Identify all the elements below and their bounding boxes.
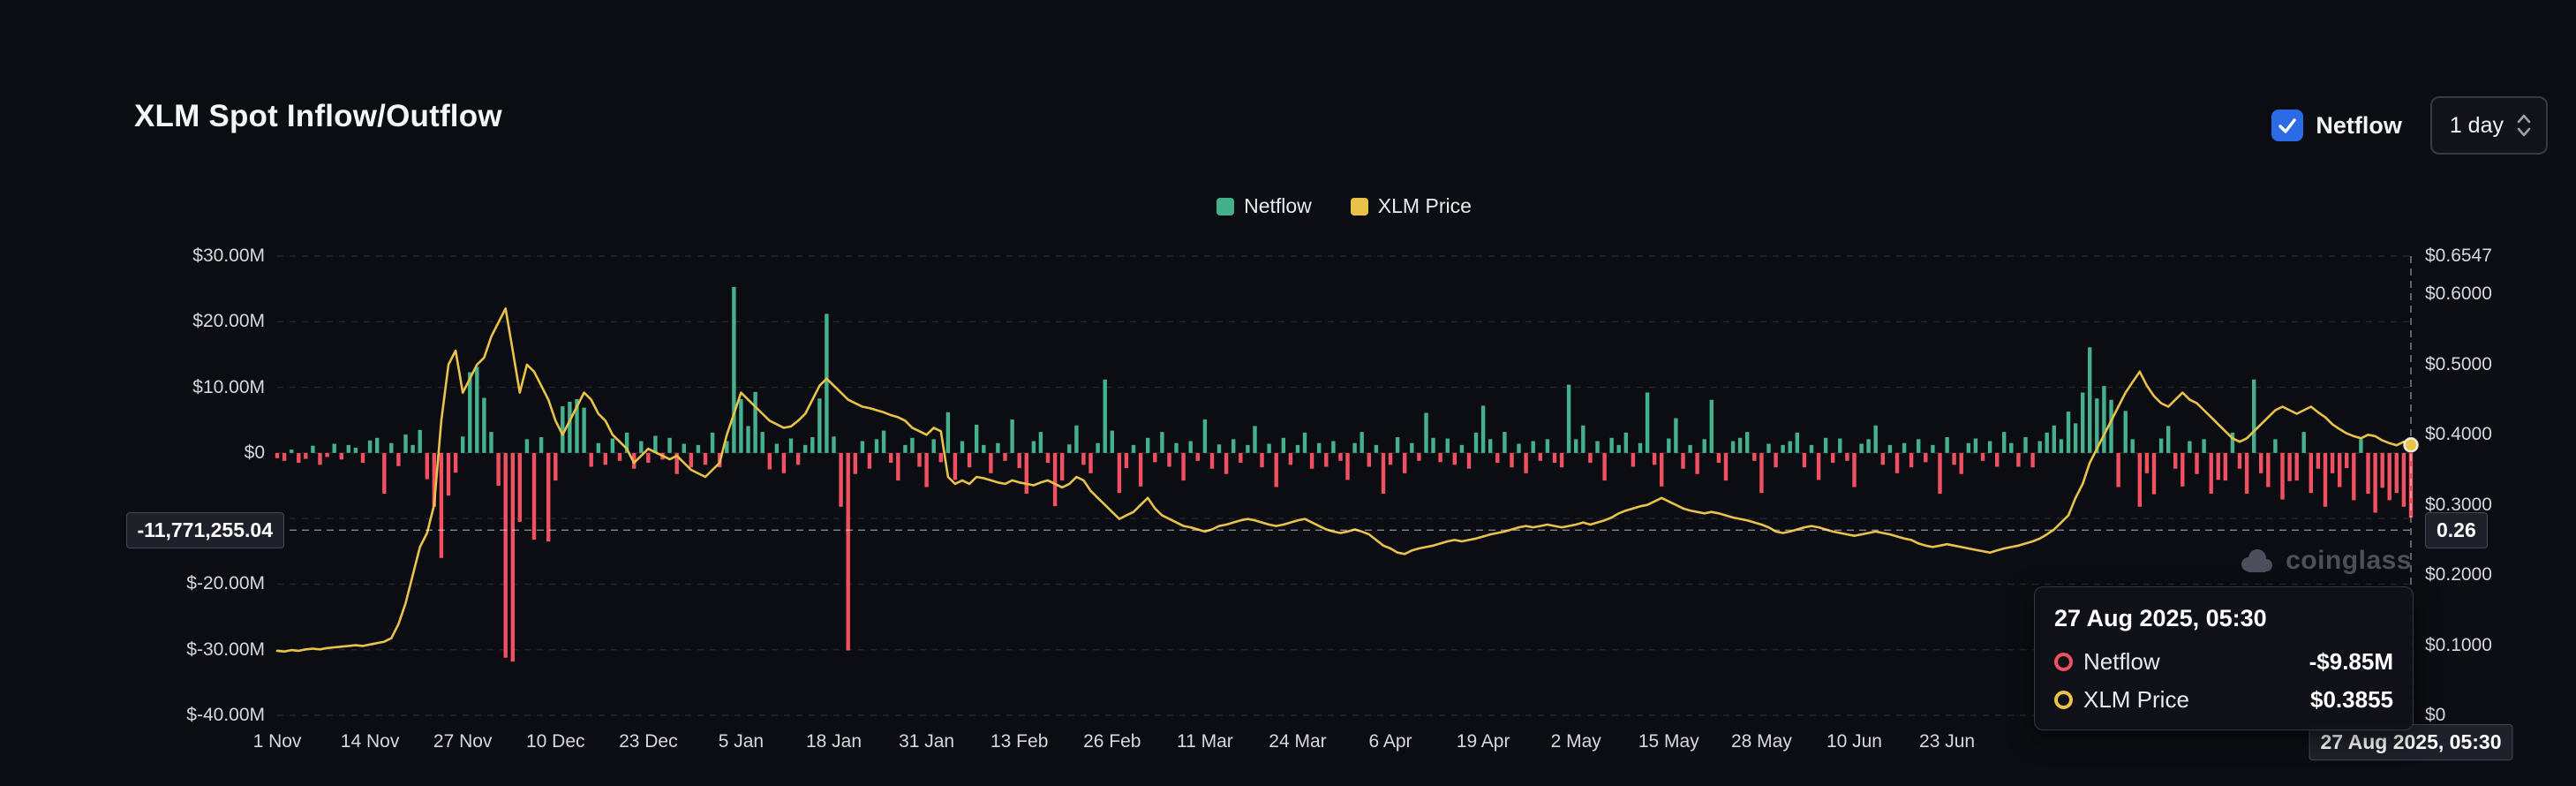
x-axis-tick: 31 Jan bbox=[899, 729, 954, 754]
x-axis-tick: 27 Nov bbox=[433, 729, 493, 754]
x-axis-tick: 10 Jun bbox=[1827, 729, 1882, 754]
xlm-spot-inflow-outflow-panel: XLM Spot Inflow/Outflow Netflow 1 day Ne… bbox=[0, 0, 2576, 786]
x-axis-tick: 18 Jan bbox=[806, 729, 862, 754]
y-axis-left-tick: $30.00M bbox=[192, 244, 265, 268]
tooltip-row-xlm-price: XLM Price $0.3855 bbox=[2054, 686, 2393, 714]
x-axis-tick: 2 May bbox=[1551, 729, 1601, 754]
x-axis-tick: 23 Jun bbox=[1919, 729, 1975, 754]
x-axis-tick: 23 Dec bbox=[619, 729, 678, 754]
y-axis-right-tick: $0.5000 bbox=[2425, 352, 2492, 377]
x-axis-tick: 14 Nov bbox=[341, 729, 400, 754]
x-axis-tick: 5 Jan bbox=[719, 729, 764, 754]
y-axis-right-tick: $0.4000 bbox=[2425, 422, 2492, 447]
y-axis-left-tick: $20.00M bbox=[192, 309, 265, 334]
tooltip-date: 27 Aug 2025, 05:30 bbox=[2054, 605, 2393, 632]
x-axis-tick: 6 Apr bbox=[1369, 729, 1412, 754]
y-axis-left-tick: $10.00M bbox=[192, 375, 265, 400]
x-axis-tick: 28 May bbox=[1731, 729, 1792, 754]
y-axis-left-tick: $-40.00M bbox=[186, 703, 265, 728]
tooltip-row-netflow: Netflow -$9.85M bbox=[2054, 648, 2393, 676]
x-axis-tick: 13 Feb bbox=[990, 729, 1048, 754]
xlm-price-dot-icon bbox=[2054, 691, 2073, 709]
y-axis-left-tick: $-20.00M bbox=[186, 571, 265, 596]
y-axis-left-tick: $0 bbox=[245, 441, 265, 465]
coinglass-watermark: coinglass bbox=[2238, 546, 2412, 576]
x-axis-tick: 1 Nov bbox=[253, 729, 302, 754]
y-axis-left-tick: $-30.00M bbox=[186, 638, 265, 662]
x-axis-tick: 11 Mar bbox=[1177, 729, 1233, 754]
x-axis-tick: 24 Mar bbox=[1269, 729, 1326, 754]
tooltip-label-xlm-price: XLM Price bbox=[2083, 686, 2300, 714]
crosshair-y-left-label: -11,771,255.04 bbox=[126, 512, 284, 548]
y-axis-right-tick: $0.2000 bbox=[2425, 563, 2492, 587]
y-axis-right-tick: $0.6000 bbox=[2425, 282, 2492, 306]
y-axis-right-tick: $0.6547 bbox=[2425, 244, 2492, 268]
tooltip-label-netflow: Netflow bbox=[2083, 648, 2299, 676]
chart-tooltip: 27 Aug 2025, 05:30 Netflow -$9.85M XLM P… bbox=[2034, 586, 2414, 730]
netflow-dot-icon bbox=[2054, 653, 2073, 671]
x-axis-tick: 26 Feb bbox=[1083, 729, 1141, 754]
x-axis-tick: 10 Dec bbox=[526, 729, 585, 754]
crosshair-y-right-label: 0.26 bbox=[2425, 512, 2488, 548]
coinglass-logo-icon bbox=[2238, 548, 2275, 573]
tooltip-value-xlm-price: $0.3855 bbox=[2310, 686, 2393, 714]
x-axis-tick: 19 Apr bbox=[1457, 729, 1510, 754]
x-axis-tick: 15 May bbox=[1638, 729, 1699, 754]
y-axis-right-tick: $0.1000 bbox=[2425, 633, 2492, 658]
tooltip-value-netflow: -$9.85M bbox=[2309, 648, 2393, 676]
coinglass-watermark-text: coinglass bbox=[2286, 546, 2412, 576]
